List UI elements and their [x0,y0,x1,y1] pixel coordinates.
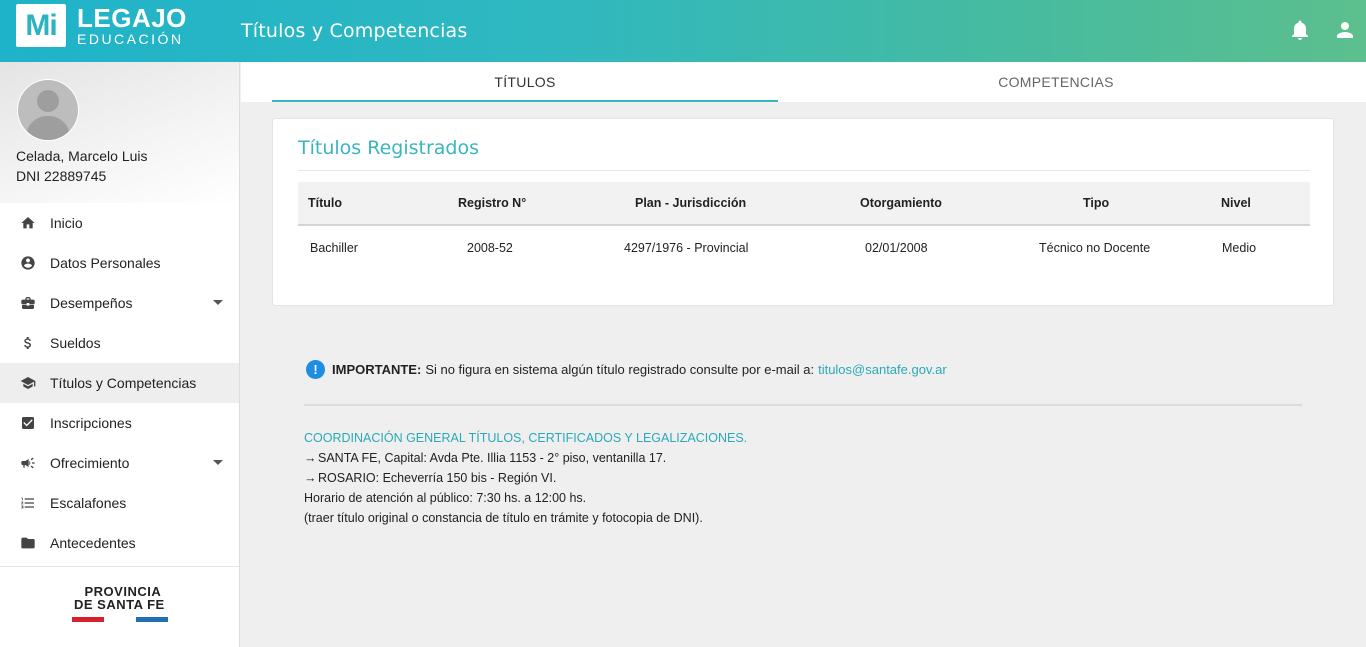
table-cell: 2008-52 [467,241,513,255]
sidebar-item-inscripciones[interactable]: Inscripciones [0,403,239,443]
sidebar: Celada, Marcelo Luis DNI 22889745 Inicio… [0,62,240,647]
sidebar-item-label: Títulos y Competencias [50,375,197,391]
info-heading: COORDINACIÓN GENERAL TÍTULOS, CERTIFICAD… [304,431,748,445]
info-line: → ROSARIO: Echeverría 150 bis - Región VI… [304,468,747,488]
arrow-right-icon: → [304,451,317,465]
info-icon: ! [306,360,325,379]
info-line: Horario de atención al público: 7:30 hs.… [304,491,587,505]
notice-text: Si no figura en sistema algún título reg… [425,362,815,377]
province-logo: PROVINCIA DE SANTA FE [74,585,165,611]
profile-dni: DNI 22889745 [16,168,107,184]
home-icon [21,217,35,229]
column-header-plan: Plan - Jurisdicción [635,196,747,210]
sidebar-item-label: Escalafones [50,495,127,511]
sidebar-item-escalafones[interactable]: Escalafones [0,483,239,523]
logo-subtitle: EDUCACIÓN [77,31,184,47]
chevron-down-icon[interactable] [213,300,223,305]
card-title: Títulos Registrados [298,137,479,159]
table-cell: 4297/1976 - Provincial [624,241,749,255]
chevron-down-icon[interactable] [213,460,223,465]
column-header-otorgamiento: Otorgamiento [860,196,942,210]
sidebar-item-inicio[interactable]: Inicio [0,203,239,243]
notice-label: IMPORTANTE: [332,362,422,377]
sidebar-item-label: Inicio [50,215,83,231]
tab-titulos[interactable]: TÍTULOS [272,62,778,102]
app-logo[interactable]: Mi LEGAJO EDUCACIÓN [16,4,187,47]
megaphone-icon [21,457,35,469]
bell-icon[interactable] [1288,18,1312,42]
province-line-2: DE SANTA FE [74,597,165,612]
table-cell: Bachiller [310,241,358,255]
column-header-nivel: Nivel [1221,196,1251,210]
sidebar-item-titulos-competencias[interactable]: Títulos y Competencias [0,363,239,403]
sidebar-item-datos-personales[interactable]: Datos Personales [0,243,239,283]
divider [304,404,1302,406]
briefcase-icon [21,297,35,309]
important-notice: ! IMPORTANTE: Si no figura en sistema al… [306,360,947,379]
app-header: Mi LEGAJO EDUCACIÓN Títulos y Competenci… [0,0,1366,62]
sidebar-item-label: Sueldos [50,335,101,351]
info-line: → SANTA FE, Capital: Avda Pte. Illia 1153… [304,448,747,468]
titulos-card: Títulos Registrados Título Registro N° P… [272,118,1334,306]
arrow-right-icon: → [304,471,317,485]
sidebar-item-sueldos[interactable]: Sueldos [0,323,239,363]
column-header-tipo: Tipo [1083,196,1110,210]
folder-icon [21,537,35,549]
table-cell: 02/01/2008 [865,241,928,255]
sidebar-item-label: Desempeños [50,295,133,311]
flag-blue-stripe [136,617,168,622]
list-icon [21,497,34,509]
tab-competencias[interactable]: COMPETENCIAS [778,62,1334,102]
email-link[interactable]: titulos@santafe.gov.ar [818,362,947,377]
profile-panel: Celada, Marcelo Luis DNI 22889745 [0,62,239,203]
logo-mark: Mi [16,4,66,47]
column-header-registro: Registro N° [458,196,527,210]
sidebar-item-label: Inscripciones [50,415,132,431]
sidebar-footer: PROVINCIA DE SANTA FE [0,566,239,647]
dollar-icon [24,337,31,349]
info-line-text: ROSARIO: Echeverría 150 bis - Región VI. [318,471,557,485]
graduation-cap-icon [20,377,36,389]
checkbox-icon [22,417,34,429]
sidebar-item-ofrecimiento[interactable]: Ofrecimiento [0,443,239,483]
page-title: Títulos y Competencias [241,20,468,42]
sidebar-item-label: Datos Personales [50,255,161,271]
profile-name: Celada, Marcelo Luis [16,148,148,164]
contact-info: COORDINACIÓN GENERAL TÍTULOS, CERTIFICAD… [304,428,747,528]
table-cell: Técnico no Docente [1039,241,1151,255]
logo-title: LEGAJO [77,3,187,33]
info-line-text: SANTA FE, Capital: Avda Pte. Illia 1153 … [318,451,667,465]
info-line: (traer título original o constancia de t… [304,511,703,525]
table-row: Bachiller 2008-52 4297/1976 - Provincial… [298,226,1310,270]
avatar-icon [17,79,79,141]
sidebar-item-desempenos[interactable]: Desempeños [0,283,239,323]
sidebar-item-label: Ofrecimiento [50,455,130,471]
user-icon[interactable] [1333,18,1357,42]
sidebar-item-label: Antecedentes [50,535,136,551]
account-circle-icon [21,256,35,270]
divider [298,170,1310,171]
flag-red-stripe [72,617,104,622]
column-header-titulo: Título [308,196,343,210]
table-cell: Medio [1222,241,1257,255]
table-header: Título Registro N° Plan - Jurisdicción O… [298,182,1310,226]
sidebar-item-antecedentes[interactable]: Antecedentes [0,523,239,563]
tab-bar: TÍTULOS COMPETENCIAS [241,62,1366,102]
